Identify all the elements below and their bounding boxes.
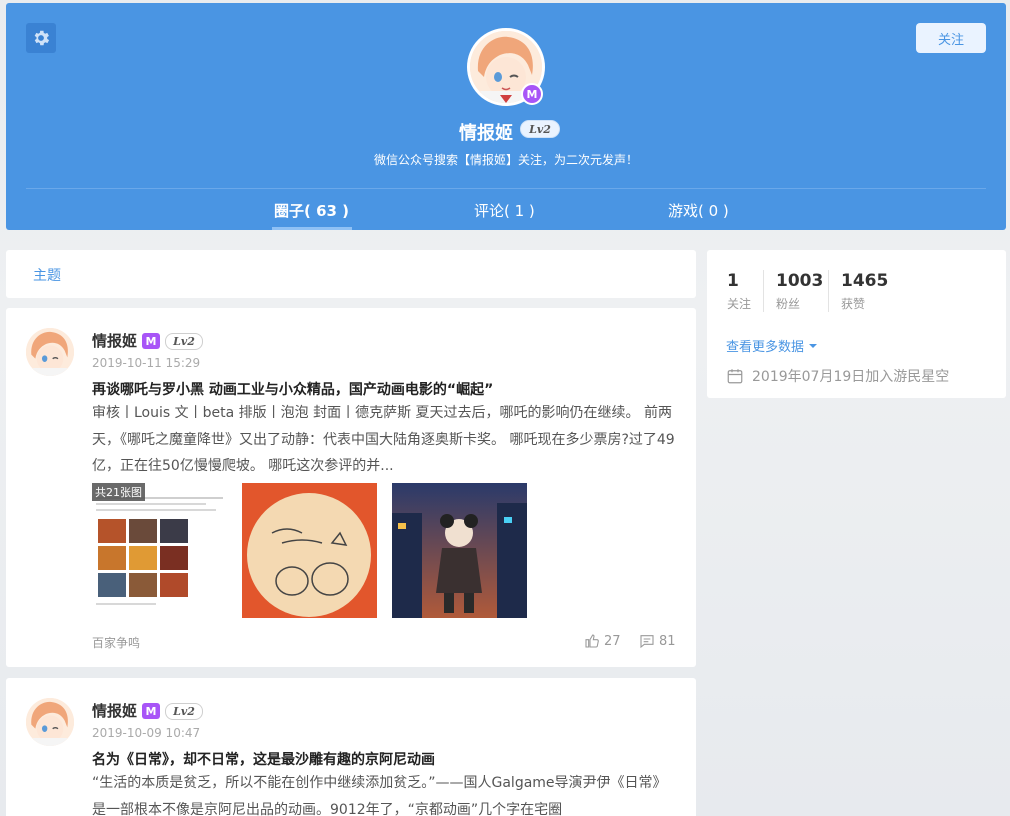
post-timestamp: 2019-10-11 15:29 bbox=[92, 356, 201, 370]
verified-badge: M bbox=[142, 703, 160, 719]
likes-label: 获赞 bbox=[841, 297, 866, 311]
caret-down-icon bbox=[809, 343, 818, 348]
more-data-link[interactable]: 查看更多数据 bbox=[726, 336, 818, 355]
stat-divider bbox=[763, 270, 764, 312]
user-bio: 微信公众号搜索【情报姬】关注，为二次元发声！ bbox=[373, 153, 638, 167]
likes-count: 1465 bbox=[841, 271, 889, 291]
post-author-name[interactable]: 情报姬 bbox=[92, 700, 137, 721]
avatar-image bbox=[26, 328, 74, 376]
thumbs-up-icon bbox=[585, 634, 599, 648]
topic-filter-bar: 主题 bbox=[6, 250, 696, 298]
sketch-image bbox=[242, 483, 377, 618]
post-author-name[interactable]: 情报姬 bbox=[92, 330, 137, 351]
stat-divider bbox=[828, 270, 829, 312]
post-timestamp: 2019-10-09 10:47 bbox=[92, 726, 201, 740]
post-category-tag[interactable]: 百家争鸣 bbox=[92, 634, 140, 651]
like-count: 27 bbox=[604, 633, 621, 649]
verified-badge: M bbox=[521, 83, 543, 105]
post-title[interactable]: 名为《日常》，却不日常，这是最沙雕有趣的京阿尼动画 bbox=[92, 749, 435, 769]
post-card[interactable]: 情报姬 M Lv2 2019-10-09 10:47 名为《日常》，却不日常，这… bbox=[6, 678, 696, 816]
tab-comments[interactable]: 评论( 1 ) bbox=[474, 200, 535, 221]
post-excerpt[interactable]: 审核丨Louis 文丨beta 排版丨泡泡 封面丨德克萨斯 夏天过去后，哪吒的影… bbox=[92, 400, 677, 480]
profile-header: 关注 M 情报姬 Lv2 微信公众号搜索【情报姬】关注，为二次元发声！ 圈子( … bbox=[6, 3, 1006, 230]
level-badge: Lv2 bbox=[165, 703, 203, 720]
level-badge: Lv2 bbox=[520, 120, 560, 138]
tab-games[interactable]: 游戏( 0 ) bbox=[668, 200, 729, 221]
followers-label: 粉丝 bbox=[776, 297, 801, 311]
like-button[interactable]: 27 bbox=[584, 633, 621, 649]
avatar-image bbox=[26, 698, 74, 746]
post-image[interactable] bbox=[242, 483, 377, 618]
poster-image bbox=[392, 483, 527, 618]
tab-circles[interactable]: 圈子( 63 ) bbox=[274, 200, 349, 221]
image-count-badge: 共21张图 bbox=[92, 483, 145, 501]
post-author-avatar[interactable] bbox=[26, 698, 74, 746]
post-card[interactable]: 情报姬 M Lv2 2019-10-11 15:29 再谈哪吒与罗小黑 动画工业… bbox=[6, 308, 696, 667]
join-date-text: 2019年07月19日加入游民星空 bbox=[752, 369, 950, 385]
gear-icon bbox=[34, 30, 50, 46]
verified-badge: M bbox=[142, 333, 160, 349]
post-title[interactable]: 再谈哪吒与罗小黑 动画工业与小众精品，国产动画电影的“崛起” bbox=[92, 379, 493, 399]
following-label: 关注 bbox=[727, 297, 752, 311]
post-excerpt[interactable]: “生活的本质是贫乏，所以不能在创作中继续添加贫乏。”——国人Galgame导演尹… bbox=[92, 770, 677, 816]
active-tab-indicator bbox=[272, 227, 352, 230]
comment-button[interactable]: 81 bbox=[639, 633, 676, 649]
header-divider bbox=[26, 188, 986, 189]
following-count[interactable]: 1 bbox=[727, 271, 739, 291]
followers-count[interactable]: 1003 bbox=[776, 271, 823, 291]
collage-image bbox=[92, 483, 227, 618]
settings-button[interactable] bbox=[26, 23, 56, 53]
level-badge: Lv2 bbox=[165, 333, 203, 350]
join-date: 2019年07月19日加入游民星空 bbox=[726, 366, 949, 386]
user-stats-card: 1 关注 1003 粉丝 1465 获赞 查看更多数据 2019年07月19日加… bbox=[707, 250, 1006, 398]
tab-topics[interactable]: 主题 bbox=[33, 265, 61, 285]
calendar-icon bbox=[727, 369, 743, 384]
more-data-label: 查看更多数据 bbox=[726, 340, 805, 355]
post-image[interactable] bbox=[392, 483, 527, 618]
post-author-avatar[interactable] bbox=[26, 328, 74, 376]
comment-count: 81 bbox=[659, 633, 676, 649]
comment-icon bbox=[640, 635, 654, 649]
post-image[interactable]: 共21张图 bbox=[92, 483, 227, 618]
follow-button[interactable]: 关注 bbox=[916, 23, 986, 53]
username: 情报姬 bbox=[459, 123, 513, 144]
